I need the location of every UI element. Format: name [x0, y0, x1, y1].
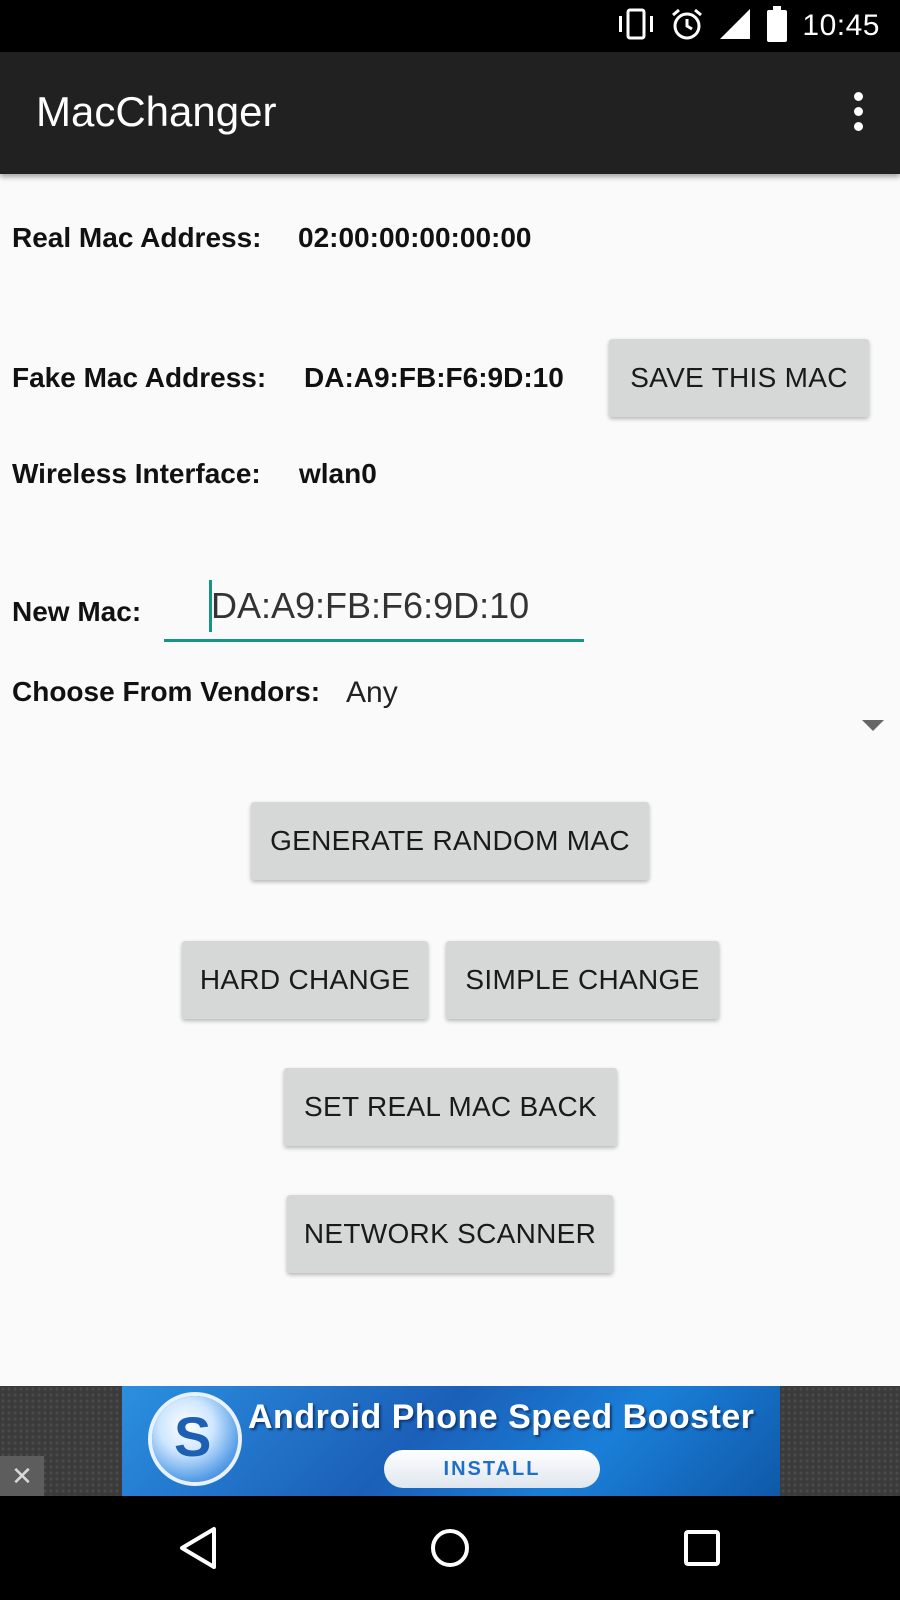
wireless-interface-value: wlan0: [299, 458, 377, 489]
set-real-mac-back-button[interactable]: SET REAL MAC BACK: [284, 1068, 617, 1146]
signal-icon: [718, 7, 752, 46]
navigation-bar: [0, 1496, 900, 1600]
ad-close-icon[interactable]: ✕: [0, 1456, 44, 1496]
ad-install-button[interactable]: INSTALL: [384, 1450, 600, 1488]
real-mac-label: Real Mac Address:: [12, 222, 262, 253]
save-mac-button[interactable]: SAVE THIS MAC: [609, 339, 869, 417]
vendor-selected-value: Any: [346, 676, 398, 709]
status-time: 10:45: [802, 9, 880, 42]
vibrate-icon: [616, 7, 656, 46]
hard-change-button[interactable]: HARD CHANGE: [182, 941, 428, 1019]
fake-mac-label: Fake Mac Address:: [12, 362, 267, 393]
home-icon[interactable]: [420, 1518, 480, 1578]
wireless-interface-label: Wireless Interface:: [12, 458, 261, 489]
status-bar: 10:45: [0, 0, 900, 52]
ad-banner[interactable]: S Android Phone Speed Booster INSTALL: [122, 1386, 780, 1496]
ad-title: Android Phone Speed Booster: [248, 1398, 755, 1436]
more-vert-icon[interactable]: [846, 92, 870, 136]
app-bar: MacChanger: [0, 52, 900, 174]
app-title: MacChanger: [36, 88, 277, 135]
generate-random-mac-button[interactable]: GENERATE RANDOM MAC: [251, 802, 649, 880]
back-icon[interactable]: [168, 1518, 228, 1578]
alarm-icon: [670, 7, 704, 46]
dropdown-arrow-icon: [862, 720, 884, 731]
fake-mac-value: DA:A9:FB:F6:9D:10: [304, 362, 564, 393]
real-mac-value: 02:00:00:00:00:00: [298, 222, 532, 253]
new-mac-label: New Mac:: [12, 596, 142, 627]
simple-change-button[interactable]: SIMPLE CHANGE: [446, 941, 719, 1019]
new-mac-input[interactable]: [164, 572, 584, 642]
recents-icon[interactable]: [672, 1518, 732, 1578]
network-scanner-button[interactable]: NETWORK SCANNER: [287, 1195, 613, 1273]
vendor-label: Choose From Vendors:: [12, 676, 321, 707]
vendor-spinner[interactable]: [330, 664, 890, 744]
status-icons: 10:45: [616, 5, 880, 47]
text-cursor: [209, 580, 212, 632]
battery-icon: [766, 5, 788, 47]
booster-logo-icon: S: [152, 1396, 238, 1482]
